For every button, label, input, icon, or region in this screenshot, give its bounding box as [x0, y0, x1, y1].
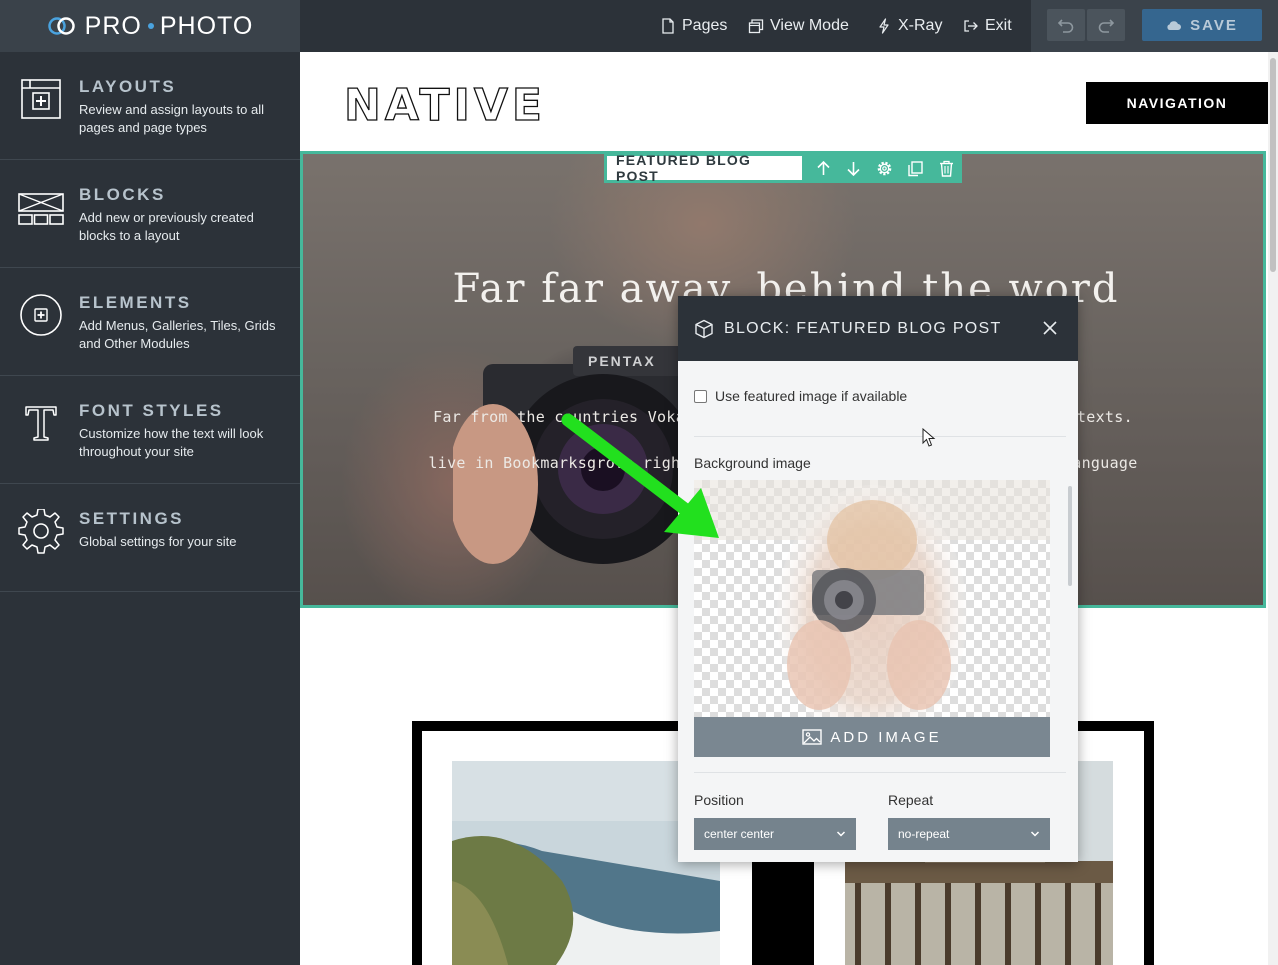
modal-divider	[694, 436, 1066, 437]
move-up-button[interactable]	[808, 153, 839, 183]
bolt-icon	[879, 18, 889, 34]
settings-icon	[18, 508, 64, 555]
trash-icon	[940, 160, 954, 177]
sidebar-item-title: LAYOUTS	[79, 77, 177, 96]
exit-label: Exit	[985, 17, 1012, 34]
image-icon	[802, 729, 823, 745]
x-ray-label: X-Ray	[898, 17, 943, 34]
undo-icon	[1057, 19, 1074, 33]
featured-image-checkbox[interactable]	[694, 389, 707, 403]
redo-icon	[1098, 19, 1115, 33]
canvas-scroll-thumb[interactable]	[1270, 58, 1276, 272]
brand-logo: PRO PHOTO	[0, 0, 300, 52]
repeat-value: no-repeat	[898, 827, 950, 841]
sidebar-item-elements[interactable]: ELEMENTS Add Menus, Galleries, Tiles, Gr…	[0, 268, 300, 376]
sidebar-item-desc: Add new or previously created blocks to …	[79, 210, 254, 243]
sidebar-item-title: SETTINGS	[79, 509, 185, 528]
modal-scrollbar[interactable]	[1068, 486, 1072, 586]
annotation-arrow-icon	[561, 413, 719, 538]
modal-header: BLOCK: FEATURED BLOG POST	[678, 296, 1078, 361]
featured-image-label: Use featured image if available	[715, 388, 908, 404]
position-label: Position	[694, 792, 744, 808]
repeat-label: Repeat	[888, 792, 934, 808]
layouts-icon	[18, 77, 64, 123]
chevron-down-icon	[836, 831, 846, 837]
blocks-icon	[18, 185, 64, 231]
mouse-cursor-icon	[922, 428, 936, 447]
save-button[interactable]: SAVE	[1142, 9, 1262, 41]
sidebar-item-blocks[interactable]: BLOCKS Add new or previously created blo…	[0, 160, 300, 268]
position-value: center center	[704, 827, 775, 841]
background-image-preview[interactable]	[694, 480, 1050, 717]
redo-button[interactable]	[1087, 9, 1125, 41]
view-mode-link[interactable]: View Mode	[748, 0, 849, 52]
block-label: FEATURED BLOG POST	[607, 152, 802, 184]
move-down-button[interactable]	[839, 153, 870, 183]
duplicate-block-button[interactable]	[900, 153, 931, 183]
exit-link[interactable]: Exit	[963, 0, 1012, 52]
sidebar-item-title: BLOCKS	[79, 185, 166, 204]
sidebar-item-desc: Review and assign layouts to all pages a…	[79, 102, 264, 135]
repeat-select[interactable]: no-repeat	[888, 818, 1050, 850]
prophoto-logo-icon	[47, 17, 75, 35]
arrow-up-icon	[817, 160, 830, 175]
sidebar-item-desc: Global settings for your site	[79, 534, 237, 549]
add-image-button[interactable]: ADD IMAGE	[694, 717, 1050, 757]
navigation-button[interactable]: NAVIGATION	[1086, 82, 1268, 124]
block-settings-button[interactable]	[869, 153, 900, 183]
arrow-down-icon	[847, 161, 861, 176]
modal-divider	[694, 772, 1066, 773]
site-logo: NATIVE	[344, 82, 546, 124]
cube-icon	[695, 319, 713, 338]
cloud-icon	[1167, 21, 1182, 30]
position-select[interactable]: center center	[694, 818, 856, 850]
gear-icon	[878, 161, 892, 175]
block-toolbar: FEATURED BLOG POST	[604, 152, 962, 184]
font-styles-icon	[18, 401, 64, 447]
pages-link[interactable]: Pages	[660, 0, 727, 52]
block-settings-modal: BLOCK: FEATURED BLOG POST Use featured i…	[678, 296, 1078, 862]
background-photo-thumbnail	[694, 480, 1050, 717]
sidebar-item-title: ELEMENTS	[79, 293, 192, 312]
canvas-scrollbar[interactable]	[1268, 52, 1278, 965]
elements-icon	[18, 293, 64, 339]
sidebar-item-title: FONT STYLES	[79, 401, 224, 420]
copy-icon	[908, 160, 923, 176]
modal-title: BLOCK: FEATURED BLOG POST	[724, 319, 1002, 337]
undo-button[interactable]	[1047, 9, 1085, 41]
sidebar-item-desc: Customize how the text will look through…	[79, 426, 264, 459]
sidebar-item-settings[interactable]: SETTINGS Global settings for your site	[0, 484, 300, 592]
brand-dot	[147, 23, 154, 29]
top-toolbar: Pages View Mode X-Ray Exit SAVE	[300, 0, 1278, 52]
sidebar-item-layouts[interactable]: LAYOUTS Review and assign layouts to all…	[0, 52, 300, 160]
svg-text:PENTAX: PENTAX	[588, 353, 656, 369]
page-icon	[662, 18, 674, 34]
close-icon[interactable]	[1042, 320, 1058, 336]
featured-image-option[interactable]: Use featured image if available	[694, 388, 907, 404]
chevron-down-icon	[1030, 831, 1040, 837]
sidebar-item-font-styles[interactable]: FONT STYLES Customize how the text will …	[0, 376, 300, 484]
delete-block-button[interactable]	[931, 153, 962, 183]
view-mode-icon	[748, 19, 764, 34]
view-mode-label: View Mode	[770, 17, 849, 34]
x-ray-link[interactable]: X-Ray	[876, 0, 942, 52]
add-image-label: ADD IMAGE	[830, 728, 942, 746]
exit-icon	[964, 20, 978, 32]
sidebar: PRO PHOTO LAYOUTS Review and assign layo…	[0, 0, 300, 965]
save-label: SAVE	[1190, 16, 1238, 34]
brand-pro: PRO	[84, 11, 142, 40]
brand-photo: PHOTO	[159, 11, 254, 40]
site-logo-text: NATIVE	[344, 82, 546, 124]
sidebar-item-desc: Add Menus, Galleries, Tiles, Grids and O…	[79, 318, 276, 351]
pages-label: Pages	[682, 17, 728, 34]
